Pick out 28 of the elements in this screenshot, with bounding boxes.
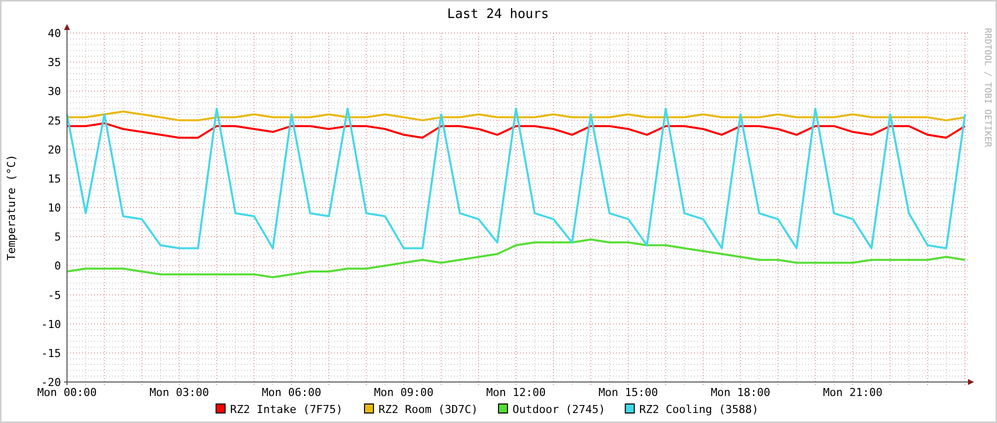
- tick-label: 15: [48, 172, 61, 186]
- tick-label: Mon 15:00: [598, 386, 658, 399]
- tick-label: Mon 21:00: [822, 386, 883, 399]
- credit-text: RRDTOOL / TOBI OETIKER: [982, 28, 992, 148]
- axis-title: Temperature (°C): [5, 154, 18, 260]
- tick-label: Mon 00:00: [37, 386, 97, 399]
- tick-label: -20: [41, 376, 61, 389]
- legend-label: RZ2 Intake (7F75): [230, 403, 343, 416]
- tick-label: 30: [48, 85, 61, 98]
- tick-label: Mon 18:00: [710, 386, 770, 399]
- tick-label: -15: [41, 346, 61, 360]
- tick-label: 10: [48, 202, 61, 214]
- legend-label: RZ2 Cooling (3588): [639, 403, 759, 416]
- tick-label: 25: [48, 114, 61, 128]
- chart-title: Last 24 hours: [447, 7, 549, 22]
- tick-label: 20: [48, 143, 61, 156]
- tick-label: Mon 03:00: [149, 386, 210, 399]
- tick-label: 35: [48, 56, 61, 70]
- tick-label: 0: [54, 260, 61, 273]
- legend-label: RZ2 Room (3D7C): [378, 403, 478, 416]
- tick-label: -5: [48, 288, 61, 302]
- tick-label: Mon 12:00: [486, 386, 546, 399]
- legend-label: Outdoor (2745): [512, 403, 606, 416]
- tick-label: 5: [54, 230, 61, 244]
- tick-label: Mon 09:00: [374, 386, 434, 399]
- tick-label: -10: [41, 318, 61, 331]
- tick-label: Mon 06:00: [262, 386, 322, 399]
- tick-label: 40: [48, 27, 61, 40]
